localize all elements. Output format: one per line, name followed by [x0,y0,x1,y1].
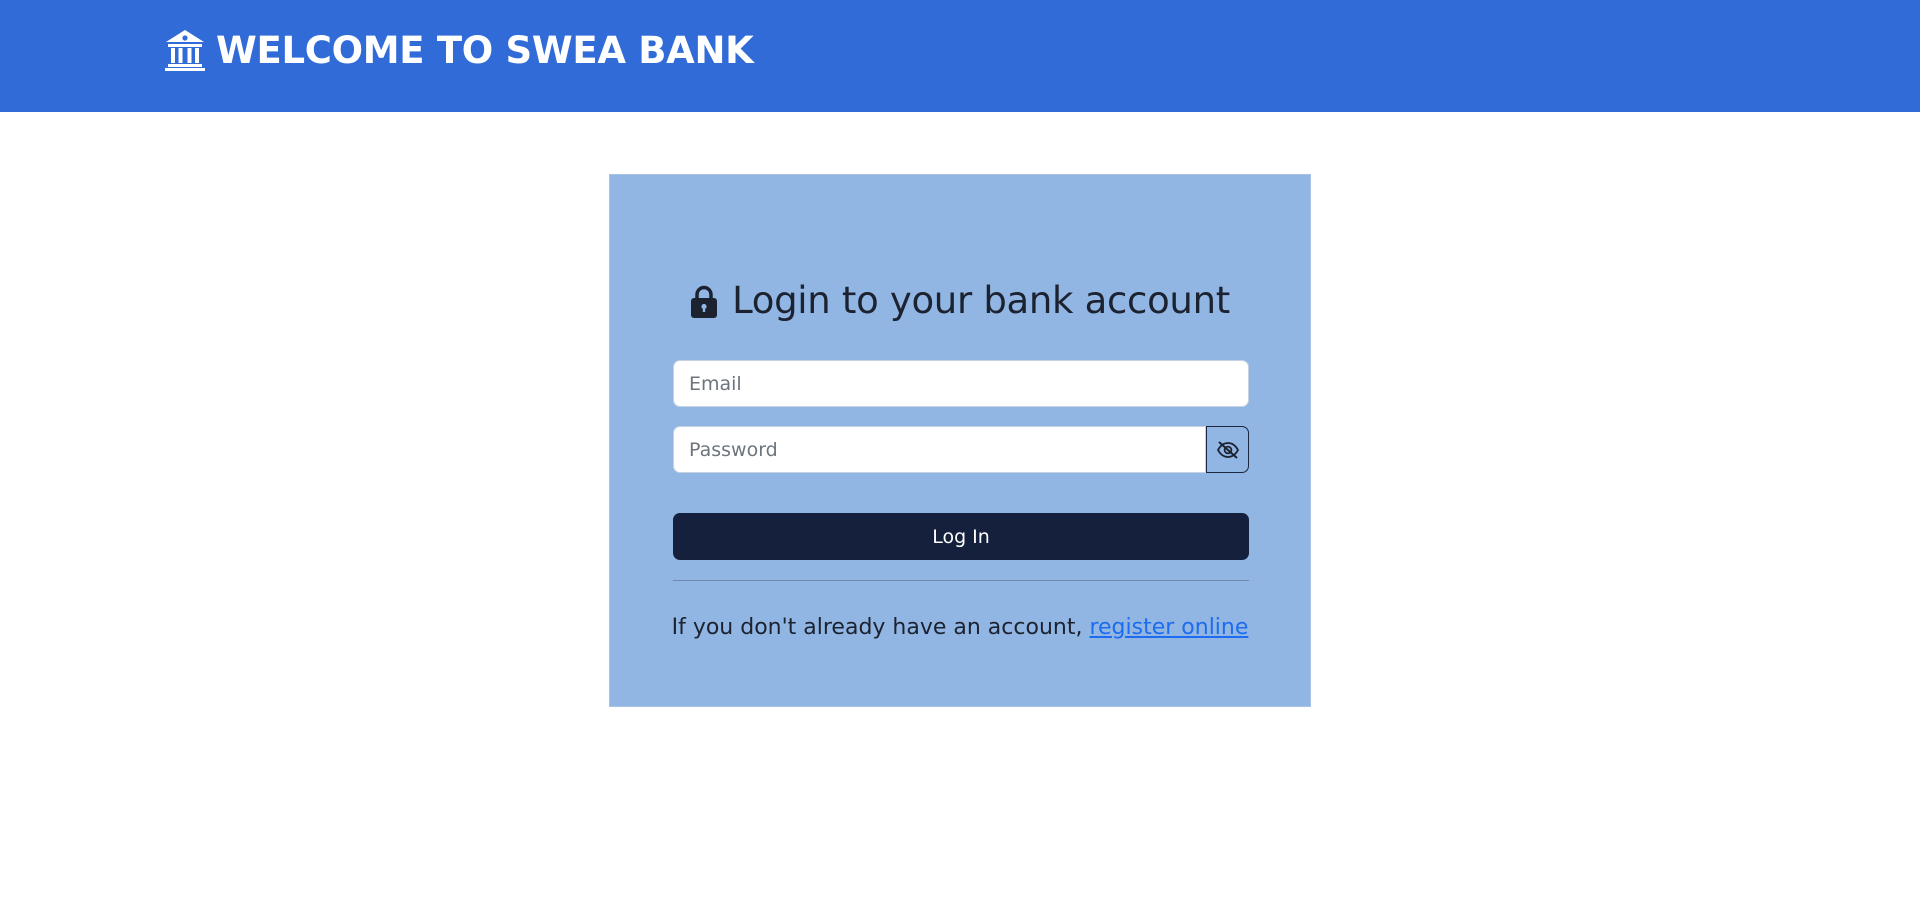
login-heading-text: Login to your bank account [732,278,1230,322]
register-online-link[interactable]: register online [1089,615,1248,640]
eye-slash-icon [1216,440,1239,459]
password-field[interactable] [673,426,1206,473]
register-prompt-text: If you don't already have an account, [671,615,1090,640]
brand: WELCOME TO SWEA BANK [164,25,754,75]
top-header: WELCOME TO SWEA BANK [0,0,1920,112]
login-card: Login to your bank account Log In If you… [609,174,1311,707]
password-visibility-toggle[interactable] [1206,426,1249,473]
login-heading: Login to your bank account [610,275,1310,325]
register-prompt: If you don't already have an account, re… [610,615,1310,640]
divider [673,580,1249,581]
bank-icon [165,30,205,71]
page-title: WELCOME TO SWEA BANK [216,28,754,72]
lock-icon [691,285,718,318]
login-button[interactable]: Log In [673,513,1249,560]
password-group [673,426,1249,473]
email-field[interactable] [673,360,1249,407]
